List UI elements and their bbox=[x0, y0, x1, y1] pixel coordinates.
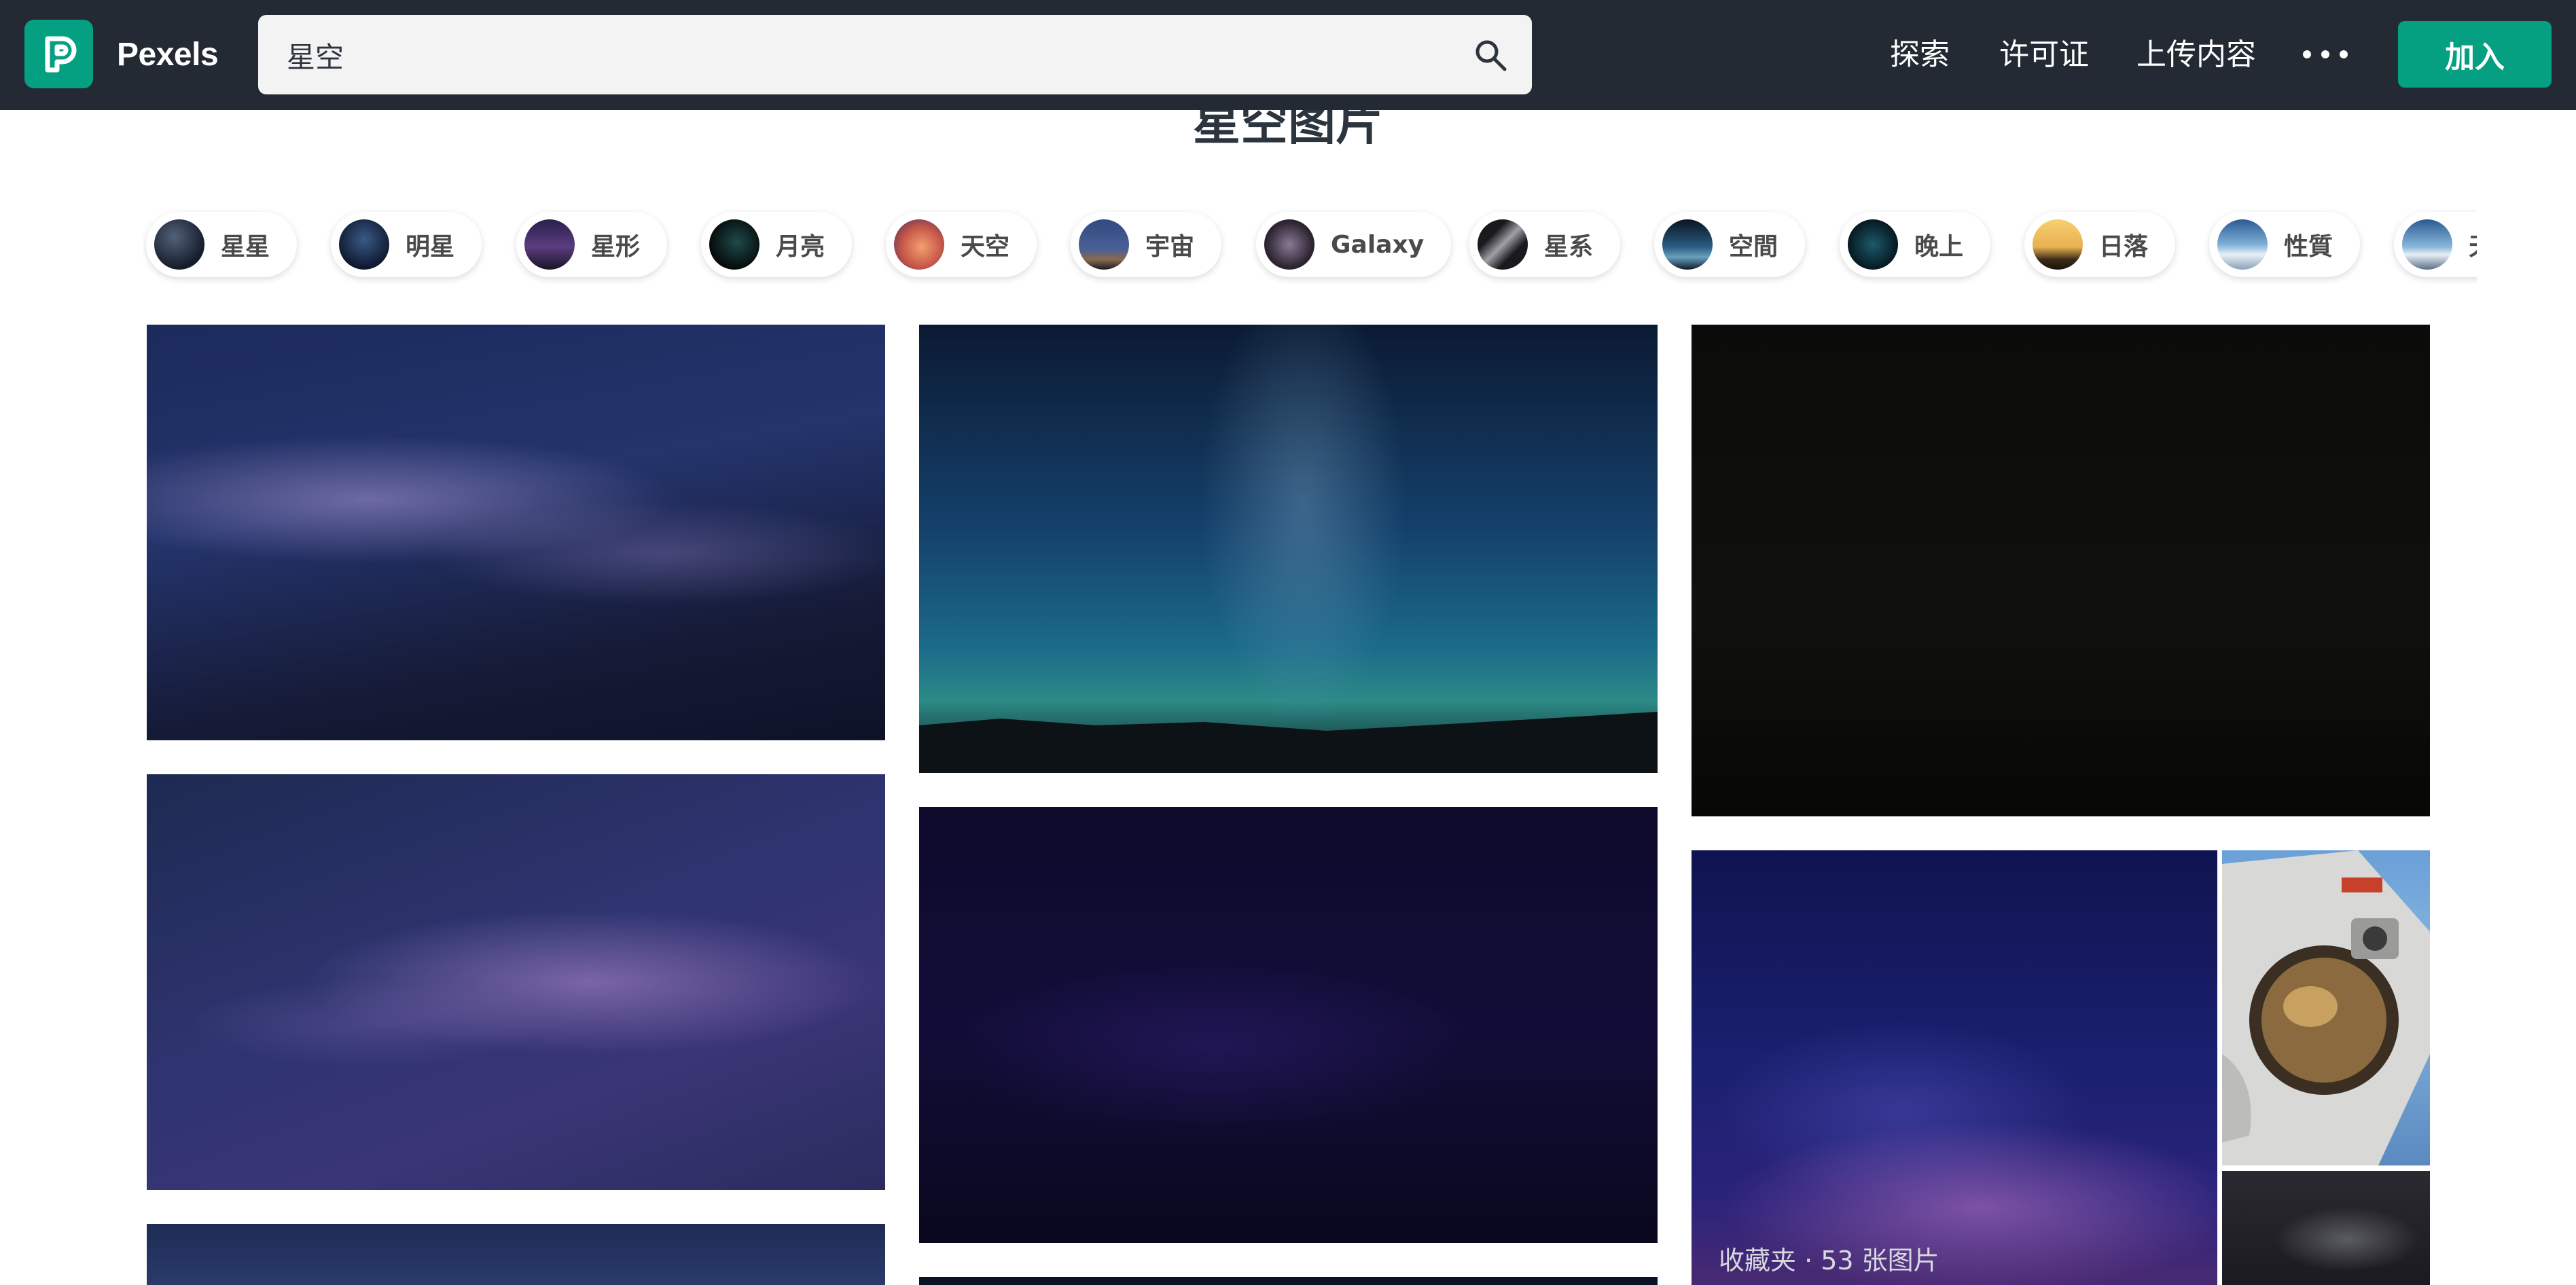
logo-text[interactable]: Pexels bbox=[117, 34, 219, 76]
top-navigation-bar: Pexels 探索 许可证 上传内容 加入 bbox=[0, 0, 2576, 110]
astronaut-illustration bbox=[2222, 850, 2430, 1165]
photo-dark-starfield[interactable] bbox=[919, 807, 1658, 1243]
chip-star-shape[interactable]: 星形 bbox=[516, 212, 668, 277]
photo-collection-galaxy-thumb[interactable] bbox=[2222, 1171, 2430, 1285]
chip-thumbnail bbox=[2402, 219, 2452, 270]
join-button[interactable]: 加入 bbox=[2398, 21, 2552, 88]
chip-thumbnail bbox=[1264, 219, 1314, 270]
chip-label: 星系 bbox=[1544, 233, 1594, 261]
chip-moon[interactable]: 月亮 bbox=[701, 212, 853, 277]
chip-label: 宇宙 bbox=[1145, 233, 1195, 261]
chip-thumbnail bbox=[1478, 219, 1528, 270]
chip-thumbnail bbox=[154, 219, 204, 270]
chip-galaxy[interactable]: Galaxy bbox=[1256, 212, 1452, 277]
nav-explore-link[interactable]: 探索 bbox=[1890, 34, 1950, 76]
search-icon[interactable] bbox=[1473, 38, 1507, 72]
related-searches-carousel: 星星 明星 星形 月亮 天空 宇宙 Galaxy 星系 空間 晚上 日落 性質 bbox=[143, 204, 2477, 285]
photo-starry-sky-partial-1[interactable] bbox=[147, 1224, 885, 1285]
chip-thumbnail bbox=[709, 219, 759, 270]
photo-milky-way-blue[interactable] bbox=[147, 325, 885, 740]
photo-collection-milky-way[interactable] bbox=[1692, 850, 2217, 1285]
chip-stars[interactable]: 星星 bbox=[146, 212, 298, 277]
chip-label: 天 bbox=[2469, 227, 2477, 262]
chip-heaven[interactable]: 天 bbox=[2394, 212, 2477, 277]
chip-label: 性質 bbox=[2284, 233, 2333, 261]
chip-sky[interactable]: 天空 bbox=[886, 212, 1037, 277]
chip-label: 明星 bbox=[406, 233, 455, 261]
chip-star-system[interactable]: 星系 bbox=[1469, 212, 1621, 277]
chip-thumbnail bbox=[2033, 219, 2083, 270]
chip-sunset[interactable]: 日落 bbox=[2024, 212, 2176, 277]
photo-milky-way-purple[interactable] bbox=[147, 774, 885, 1190]
chip-thumbnail bbox=[1848, 219, 1898, 270]
collection-caption: 收藏夹 · 53 张图片 bbox=[1719, 1246, 1939, 1275]
chip-night[interactable]: 晚上 bbox=[1840, 212, 1991, 277]
photo-milky-way-horizon[interactable] bbox=[919, 325, 1658, 773]
pexels-logo-icon[interactable] bbox=[24, 20, 93, 88]
photo-starry-sky-partial-2[interactable] bbox=[919, 1277, 1658, 1285]
chip-label: Galaxy bbox=[1331, 230, 1425, 259]
chip-thumbnail bbox=[524, 219, 575, 270]
horizon-silhouette bbox=[919, 712, 1658, 773]
nav-upload-link[interactable]: 上传内容 bbox=[2136, 34, 2256, 76]
photo-black-night-sky[interactable] bbox=[1692, 325, 2430, 816]
chip-label: 日落 bbox=[2099, 233, 2149, 261]
nav-license-link[interactable]: 许可证 bbox=[1999, 34, 2089, 76]
chip-nature[interactable]: 性質 bbox=[2209, 212, 2361, 277]
chip-label: 星星 bbox=[221, 233, 270, 261]
chip-label: 空間 bbox=[1729, 233, 1778, 261]
search-input[interactable] bbox=[287, 31, 1442, 79]
chip-label: 天空 bbox=[961, 233, 1010, 261]
chip-label: 月亮 bbox=[776, 233, 825, 261]
chip-thumbnail bbox=[894, 219, 944, 270]
search-bar[interactable] bbox=[258, 15, 1532, 94]
ellipsis-icon[interactable] bbox=[2303, 41, 2348, 68]
chip-universe[interactable]: 宇宙 bbox=[1071, 212, 1222, 277]
chip-label: 晚上 bbox=[1914, 233, 1964, 261]
chip-label: 星形 bbox=[591, 233, 641, 261]
chip-thumbnail bbox=[339, 219, 389, 270]
chip-space[interactable]: 空間 bbox=[1654, 212, 1806, 277]
chip-thumbnail bbox=[1662, 219, 1713, 270]
photo-collection-astronaut[interactable] bbox=[2222, 850, 2430, 1165]
chip-thumbnail bbox=[2217, 219, 2268, 270]
chip-bright-star[interactable]: 明星 bbox=[331, 212, 482, 277]
chip-thumbnail bbox=[1079, 219, 1129, 270]
